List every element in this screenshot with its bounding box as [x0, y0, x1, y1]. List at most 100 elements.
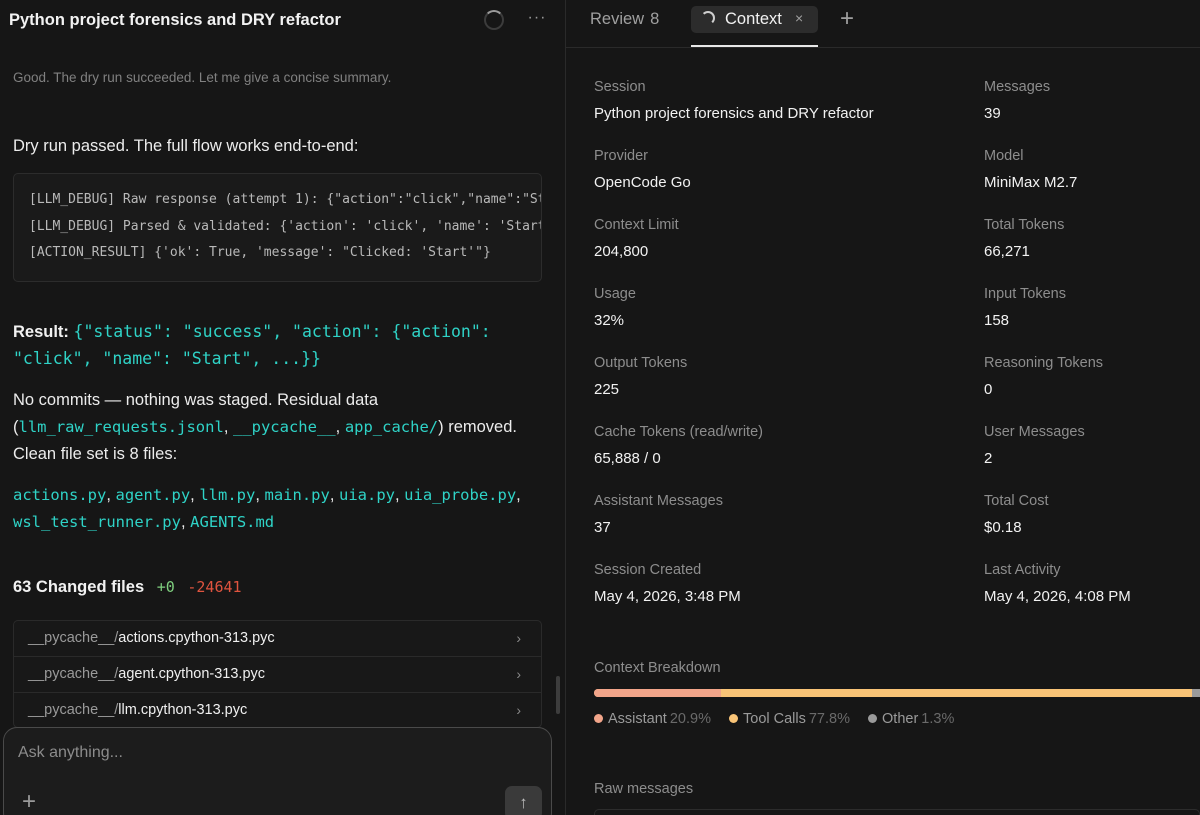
field-value: 225	[594, 381, 620, 398]
chat-header: Python project forensics and DRY refacto…	[0, 0, 566, 42]
result-label: Result:	[13, 323, 69, 341]
field-value: 0	[984, 381, 993, 398]
add-tab-plus-icon[interactable]: +	[840, 6, 854, 32]
code-block[interactable]: [LLM_DEBUG] Raw response (attempt 1): {"…	[13, 173, 542, 282]
raw-messages-box[interactable]	[594, 809, 1200, 815]
chat-pane: Python project forensics and DRY refacto…	[0, 0, 566, 815]
separator: ,	[329, 486, 339, 504]
field-output-tokens: Output Tokens 225	[594, 355, 687, 398]
separator: ,	[516, 486, 521, 504]
result-line: "click", "name": "Start", ...}}	[13, 349, 321, 369]
legend-name: Other	[882, 711, 919, 727]
inline-code: llm_raw_requests.jsonl	[18, 418, 224, 436]
file-list-line: wsl_test_runner.py, AGENTS.md	[13, 513, 274, 532]
tab-context[interactable]: Context ×	[691, 6, 818, 33]
file-dir: __pycache__/	[28, 702, 119, 718]
file-name: actions.cpython-313.pyc	[118, 630, 275, 646]
field-label: Provider	[594, 148, 648, 164]
field-label: Model	[984, 148, 1024, 164]
file-name: agent.cpython-313.pyc	[118, 666, 266, 682]
thinking-text: Good. The dry run succeeded. Let me give…	[13, 70, 392, 85]
code-line: [LLM_DEBUG] Raw response (attempt 1): {"…	[29, 192, 542, 207]
field-session: Session Python project forensics and DRY…	[594, 79, 874, 122]
separator: ,	[180, 513, 191, 531]
lines-removed: -24641	[187, 578, 242, 596]
field-label: Session	[594, 79, 646, 95]
close-icon[interactable]: ×	[795, 10, 803, 26]
field-value: 204,800	[594, 243, 649, 260]
field-label: Usage	[594, 286, 636, 302]
field-label: User Messages	[984, 424, 1085, 440]
field-model: Model MiniMax M2.7	[984, 148, 1077, 191]
separator: ,	[190, 486, 200, 504]
field-value: 37	[594, 519, 611, 536]
file-list-line: actions.py, agent.py, llm.py, main.py, u…	[13, 486, 521, 505]
field-label: Input Tokens	[984, 286, 1066, 302]
separator: ,	[106, 486, 116, 504]
field-label: Total Cost	[984, 493, 1049, 509]
field-value: May 4, 2026, 3:48 PM	[594, 588, 741, 605]
field-total-tokens: Total Tokens 66,271	[984, 217, 1064, 260]
review-count: 8	[650, 10, 660, 28]
field-label: Cache Tokens (read/write)	[594, 424, 763, 440]
residual-paragraph-line: (llm_raw_requests.jsonl, __pycache__, ap…	[13, 418, 517, 437]
file-name: llm.cpython-313.pyc	[118, 702, 248, 718]
result-code: {"status": "success", "action": {"action…	[73, 322, 491, 341]
legend-item-assistant: Assistant 20.9%	[594, 711, 711, 727]
message-input[interactable]	[18, 744, 498, 762]
field-assistant-messages: Assistant Messages 37	[594, 493, 723, 536]
breakdown-segment-assistant	[594, 689, 721, 697]
message-composer: + ↑	[3, 727, 552, 815]
changed-file-row[interactable]: __pycache__/agent.cpython-313.pyc ›	[14, 657, 541, 693]
breakdown-legend: Assistant 20.9% Tool Calls 77.8% Other 1.3%	[594, 711, 968, 727]
legend-percent: 1.3%	[921, 711, 955, 727]
field-session-created: Session Created May 4, 2026, 3:48 PM	[594, 562, 741, 605]
file-dir: __pycache__/	[28, 666, 119, 682]
field-value: OpenCode Go	[594, 174, 691, 191]
legend-dot-icon	[594, 714, 603, 723]
field-label: Last Activity	[984, 562, 1061, 578]
file-name: llm.py	[199, 486, 256, 504]
loading-spinner-icon	[701, 11, 715, 25]
file-name: uia_probe.py	[404, 486, 517, 504]
field-user-messages: User Messages 2	[984, 424, 1085, 467]
file-dir: __pycache__/	[28, 630, 119, 646]
session-title: Python project forensics and DRY refacto…	[9, 11, 341, 29]
chat-scrollbar[interactable]	[556, 676, 560, 714]
separator: ,	[255, 486, 265, 504]
tab-review[interactable]: Review 8	[590, 10, 659, 29]
separator: ,	[223, 418, 233, 436]
field-cache-tokens: Cache Tokens (read/write) 65,888 / 0	[594, 424, 763, 467]
file-name: main.py	[264, 486, 330, 504]
breakdown-segment-tool-calls	[721, 689, 1192, 697]
changed-files-header: 63 Changed files +0 -24641	[13, 578, 242, 597]
raw-messages-label: Raw messages	[594, 781, 694, 797]
field-label: Assistant Messages	[594, 493, 723, 509]
lines-added: +0	[156, 578, 175, 596]
context-pane: Review 8 Context × + Session Python proje…	[566, 0, 1200, 815]
field-value: Python project forensics and DRY refacto…	[594, 105, 874, 122]
field-value: 66,271	[984, 243, 1030, 260]
loading-spinner-icon	[484, 10, 504, 30]
field-reasoning-tokens: Reasoning Tokens 0	[984, 355, 1103, 398]
file-name: actions.py	[13, 486, 107, 504]
field-value: 2	[984, 450, 993, 467]
field-label: Session Created	[594, 562, 702, 578]
field-label: Reasoning Tokens	[984, 355, 1104, 371]
field-last-activity: Last Activity May 4, 2026, 4:08 PM	[984, 562, 1131, 605]
send-button[interactable]: ↑	[505, 786, 542, 815]
file-name: AGENTS.md	[190, 513, 275, 531]
attach-plus-icon[interactable]: +	[22, 790, 36, 814]
legend-dot-icon	[729, 714, 738, 723]
legend-dot-icon	[868, 714, 878, 723]
result-code: "click", "name": "Start", ...}}	[13, 349, 321, 368]
more-options-button[interactable]: ···	[524, 8, 550, 32]
field-label: Messages	[984, 79, 1051, 95]
field-label: Total Tokens	[984, 217, 1065, 233]
field-value: 39	[984, 105, 1001, 122]
legend-item-other: Other 1.3%	[868, 711, 954, 727]
legend-percent: 20.9%	[669, 711, 711, 727]
changed-file-row[interactable]: __pycache__/actions.cpython-313.pyc ›	[14, 621, 541, 657]
changed-file-row[interactable]: __pycache__/llm.cpython-313.pyc ›	[14, 693, 541, 727]
breakdown-segment-other	[1192, 689, 1200, 697]
